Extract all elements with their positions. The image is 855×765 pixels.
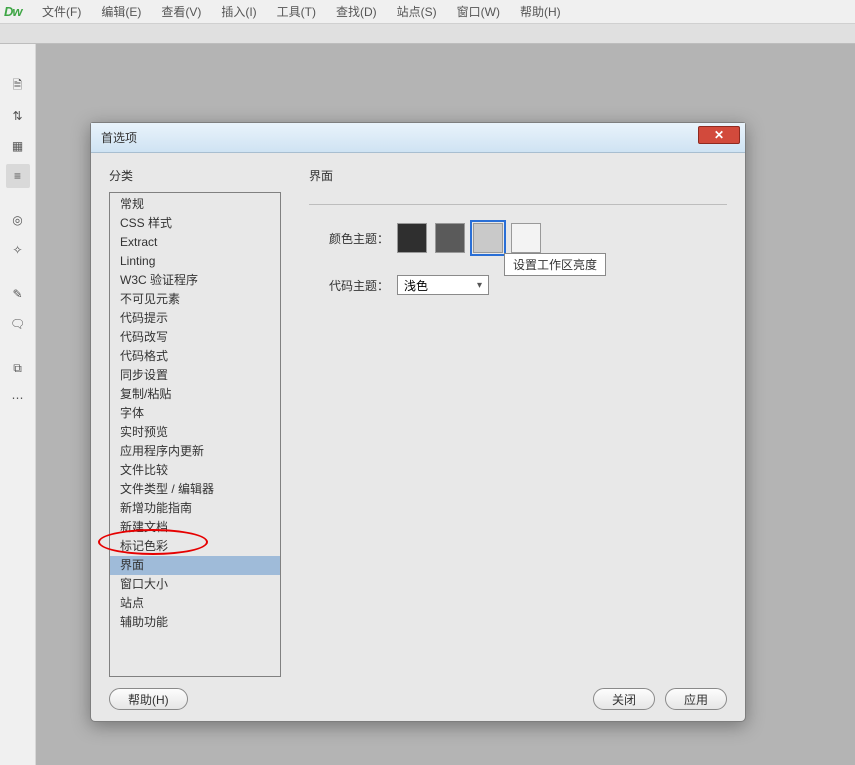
category-item[interactable]: 同步设置 <box>110 366 280 385</box>
category-item[interactable]: 新增功能指南 <box>110 499 280 518</box>
category-item[interactable]: 界面 <box>110 556 280 575</box>
dialog-title: 首选项 <box>101 129 137 146</box>
category-item[interactable]: 字体 <box>110 404 280 423</box>
menu-item[interactable]: 窗口(W) <box>447 0 510 24</box>
category-item[interactable]: 站点 <box>110 594 280 613</box>
category-item[interactable]: 代码改写 <box>110 328 280 347</box>
swatch-tooltip: 设置工作区亮度 <box>504 253 606 276</box>
color-swatch[interactable] <box>511 223 541 253</box>
category-item[interactable]: W3C 验证程序 <box>110 271 280 290</box>
color-swatch[interactable] <box>397 223 427 253</box>
category-item[interactable]: 文件类型 / 编辑器 <box>110 480 280 499</box>
category-item[interactable]: 标记色彩 <box>110 537 280 556</box>
divider <box>309 204 727 205</box>
category-item[interactable]: 不可见元素 <box>110 290 280 309</box>
tool-sidebar: 🗎 ⇅ ▦ ≡ ◎ ✧ ✎ 🗨 ⧉ ⋯ <box>0 44 36 765</box>
category-label: 分类 <box>109 167 281 184</box>
category-item[interactable]: 实时预览 <box>110 423 280 442</box>
dropdown-value: 浅色 <box>404 277 428 294</box>
code-theme-label: 代码主题： <box>309 277 397 294</box>
menu-item[interactable]: 站点(S) <box>387 0 447 24</box>
color-swatches <box>397 223 541 253</box>
color-swatch[interactable] <box>473 223 503 253</box>
color-theme-label: 颜色主题： <box>309 230 397 247</box>
category-item[interactable]: 文件比较 <box>110 461 280 480</box>
category-list[interactable]: 常规CSS 样式ExtractLintingW3C 验证程序不可见元素代码提示代… <box>109 192 281 677</box>
brush-icon[interactable]: ✎ <box>6 282 30 306</box>
wand-icon[interactable]: ✧ <box>6 238 30 262</box>
menu-item[interactable]: 编辑(E) <box>91 0 151 24</box>
color-swatch[interactable] <box>435 223 465 253</box>
category-item[interactable]: 新建文档 <box>110 518 280 537</box>
secondary-strip <box>0 24 855 44</box>
category-item[interactable]: CSS 样式 <box>110 214 280 233</box>
close-button[interactable]: 关闭 <box>593 688 655 710</box>
help-button[interactable]: 帮助(H) <box>109 688 188 710</box>
menu-bar: Dw 文件(F)编辑(E)查看(V)插入(I)工具(T)查找(D)站点(S)窗口… <box>0 0 855 24</box>
dialog-close-button[interactable]: ✕ <box>698 126 740 144</box>
menu-item[interactable]: 文件(F) <box>32 0 91 24</box>
file-icon[interactable]: 🗎 <box>6 74 30 98</box>
menu-item[interactable]: 插入(I) <box>211 0 266 24</box>
code-theme-dropdown[interactable]: 浅色 ▾ <box>397 275 489 295</box>
panel-title: 界面 <box>309 167 727 184</box>
category-item[interactable]: 复制/粘贴 <box>110 385 280 404</box>
dialog-footer: 帮助(H) 关闭 应用 <box>91 677 745 721</box>
menu-item[interactable]: 工具(T) <box>267 0 326 24</box>
category-item[interactable]: 代码格式 <box>110 347 280 366</box>
dialog-titlebar[interactable]: 首选项 ✕ <box>91 123 745 153</box>
category-item[interactable]: 常规 <box>110 195 280 214</box>
more-icon[interactable]: ⋯ <box>6 386 30 410</box>
chart-icon[interactable]: ⧉ <box>6 356 30 380</box>
category-item[interactable]: 窗口大小 <box>110 575 280 594</box>
menu-item[interactable]: 查看(V) <box>151 0 211 24</box>
category-item[interactable]: Extract <box>110 233 280 252</box>
image-icon[interactable]: ▦ <box>6 134 30 158</box>
updown-icon[interactable]: ⇅ <box>6 104 30 128</box>
menu-item[interactable]: 帮助(H) <box>510 0 571 24</box>
category-item[interactable]: 应用程序内更新 <box>110 442 280 461</box>
align-icon[interactable]: ≡ <box>6 164 30 188</box>
category-item[interactable]: 辅助功能 <box>110 613 280 632</box>
category-item[interactable]: 代码提示 <box>110 309 280 328</box>
comment-icon[interactable]: 🗨 <box>6 312 30 336</box>
menu-item[interactable]: 查找(D) <box>326 0 387 24</box>
category-item[interactable]: Linting <box>110 252 280 271</box>
chevron-down-icon: ▾ <box>477 280 482 291</box>
preferences-dialog: 首选项 ✕ 分类 常规CSS 样式ExtractLintingW3C 验证程序不… <box>90 122 746 722</box>
apply-button[interactable]: 应用 <box>665 688 727 710</box>
app-logo: Dw <box>4 4 32 19</box>
target-icon[interactable]: ◎ <box>6 208 30 232</box>
